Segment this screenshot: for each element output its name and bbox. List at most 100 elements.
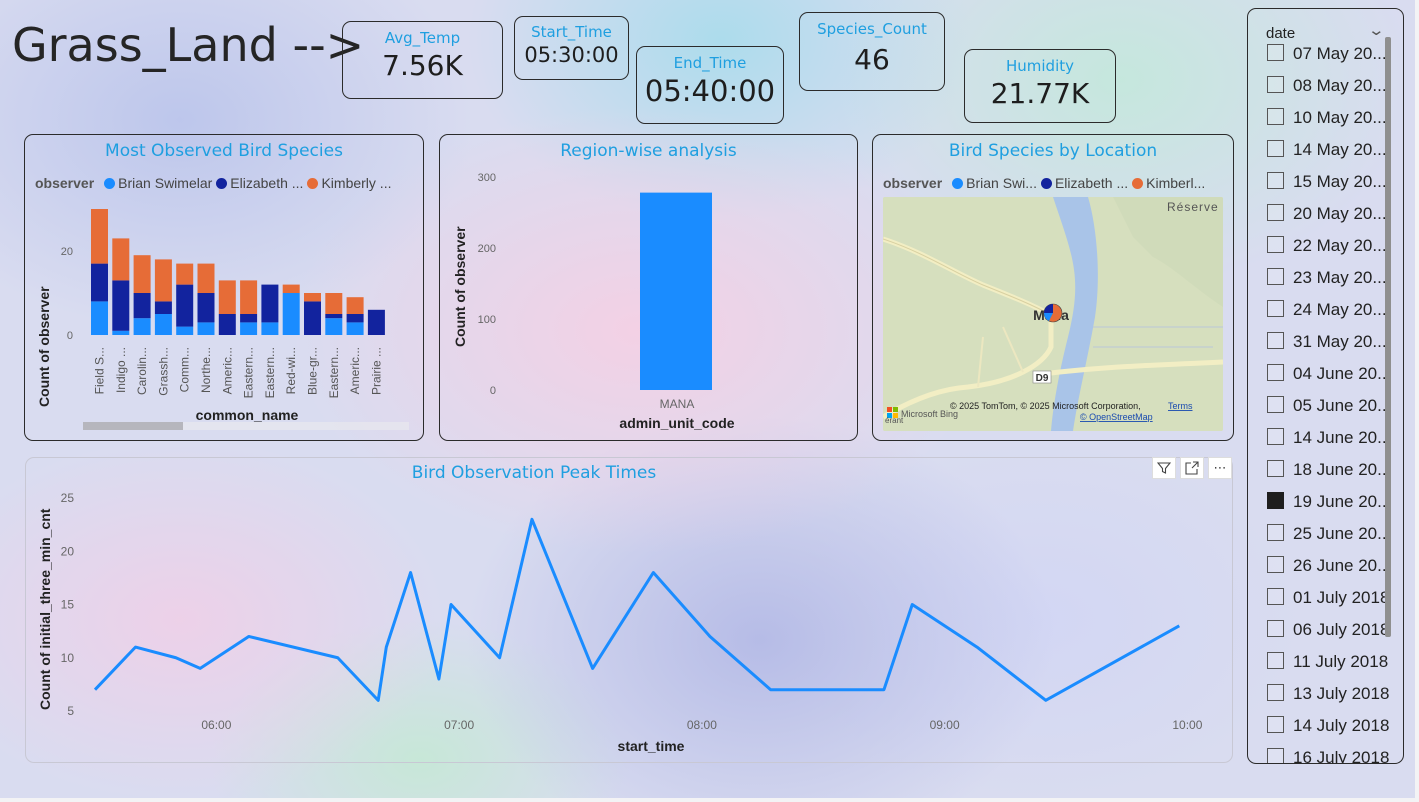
checkbox-icon[interactable] xyxy=(1267,364,1284,381)
series-line[interactable] xyxy=(93,517,1181,702)
slicer-item[interactable]: 08 May 20... xyxy=(1267,76,1387,96)
bar-segment[interactable] xyxy=(325,318,343,335)
date-slicer[interactable]: date ⌄ 07 May 20... 08 May 20... 10 May 20… xyxy=(1247,8,1404,764)
bar-segment[interactable] xyxy=(261,322,279,335)
bar-segment[interactable] xyxy=(112,238,130,281)
slicer-item[interactable]: 10 May 20... xyxy=(1267,108,1387,128)
bar-segment[interactable] xyxy=(112,330,130,335)
slicer-item[interactable]: 31 May 20... xyxy=(1267,332,1387,352)
slicer-item[interactable]: 26 June 20... xyxy=(1267,556,1391,576)
bar-segment[interactable] xyxy=(325,314,343,319)
bar-segment[interactable] xyxy=(261,284,279,323)
bar-segment[interactable] xyxy=(154,259,172,302)
checkbox-icon[interactable] xyxy=(1267,748,1284,763)
slicer-item[interactable]: 14 May 20... xyxy=(1267,140,1387,160)
avg-temp-card[interactable]: Avg_Temp 7.56K xyxy=(342,21,503,99)
checkbox-icon[interactable] xyxy=(1267,300,1284,317)
bar-segment[interactable] xyxy=(197,293,215,323)
bar-segment[interactable] xyxy=(91,301,108,335)
checkbox-icon[interactable] xyxy=(1267,204,1284,221)
bar-segment[interactable] xyxy=(218,314,236,335)
species-count-card[interactable]: Species_Count 46 xyxy=(799,12,945,91)
bar-segment[interactable] xyxy=(154,301,172,314)
checkbox-icon[interactable] xyxy=(1267,684,1284,701)
bar-segment[interactable] xyxy=(240,322,258,335)
bar-segment[interactable] xyxy=(133,255,151,293)
bar-segment[interactable] xyxy=(282,293,300,335)
bar-segment[interactable] xyxy=(346,297,364,314)
species-chart-panel[interactable]: Most Observed Bird Species observer Brian… xyxy=(24,134,424,441)
map-graphic[interactable]: D9 Mana Réserve Microsoft Bing érant © 2… xyxy=(883,197,1223,431)
checkbox-icon[interactable] xyxy=(1267,140,1284,157)
focus-mode-icon[interactable] xyxy=(1180,457,1204,479)
map-canvas[interactable]: D9 Mana Réserve Microsoft Bing érant © 2… xyxy=(883,197,1223,431)
slicer-item[interactable]: 11 July 2018 xyxy=(1267,652,1388,672)
checkbox-icon[interactable] xyxy=(1267,524,1284,541)
slicer-item[interactable]: 07 May 20... xyxy=(1267,44,1387,64)
more-options-icon[interactable]: ⋯ xyxy=(1208,457,1232,479)
bar[interactable] xyxy=(640,192,712,390)
slicer-item[interactable]: 16 July 2018 xyxy=(1267,748,1389,763)
checkbox-icon[interactable] xyxy=(1267,652,1284,669)
bar-segment[interactable] xyxy=(304,293,321,302)
slicer-item[interactable]: 06 July 2018 xyxy=(1267,620,1389,640)
bar-segment[interactable] xyxy=(346,322,364,335)
peak-times-line-chart[interactable]: 5 10 15 20 25 06:00 07:00 08:00 09:00 10:00 Count… xyxy=(26,458,1232,762)
checkbox-checked-icon[interactable] xyxy=(1267,492,1284,509)
slicer-item[interactable]: 14 July 2018 xyxy=(1267,716,1389,736)
checkbox-icon[interactable] xyxy=(1267,396,1284,413)
slicer-item[interactable]: 01 July 2018 xyxy=(1267,588,1389,608)
bar-segment[interactable] xyxy=(325,293,343,314)
checkbox-icon[interactable] xyxy=(1267,236,1284,253)
checkbox-icon[interactable] xyxy=(1267,716,1284,733)
slicer-item[interactable]: 25 June 20... xyxy=(1267,524,1391,544)
checkbox-icon[interactable] xyxy=(1267,428,1284,445)
checkbox-icon[interactable] xyxy=(1267,172,1284,189)
bar-segment[interactable] xyxy=(240,314,258,323)
chevron-down-icon[interactable]: ⌄ xyxy=(1367,21,1385,39)
checkbox-icon[interactable] xyxy=(1267,556,1284,573)
checkbox-icon[interactable] xyxy=(1267,44,1284,61)
checkbox-icon[interactable] xyxy=(1267,76,1284,93)
end-time-card[interactable]: End_Time 05:40:00 xyxy=(636,46,784,124)
checkbox-icon[interactable] xyxy=(1267,588,1284,605)
bar-segment[interactable] xyxy=(91,263,108,302)
bar-segment[interactable] xyxy=(176,284,194,327)
bar-segment[interactable] xyxy=(154,314,172,335)
filter-icon[interactable] xyxy=(1152,457,1176,479)
region-bar-chart[interactable]: 0 100 200 300 MANA Count of observer admin_u… xyxy=(440,135,857,440)
slicer-item[interactable]: 05 June 20... xyxy=(1267,396,1391,416)
slicer-item[interactable]: 13 July 2018 xyxy=(1267,684,1389,704)
legend-item[interactable]: Kimberl... xyxy=(1146,175,1205,191)
legend-item[interactable]: Elizabeth ... xyxy=(1055,175,1128,191)
scrollbar-thumb[interactable] xyxy=(83,422,183,430)
legend-item[interactable]: Brian Swi... xyxy=(966,175,1037,191)
line-chart-panel[interactable]: Bird Observation Peak Times 5 10 15 20 25 06:… xyxy=(25,457,1233,763)
slicer-item[interactable]: 20 May 20... xyxy=(1267,204,1387,224)
start-time-card[interactable]: Start_Time 05:30:00 xyxy=(514,16,629,80)
slicer-item[interactable]: 19 June 20... xyxy=(1267,492,1391,512)
checkbox-icon[interactable] xyxy=(1267,268,1284,285)
map-osm-link[interactable]: © OpenStreetMap xyxy=(1080,412,1153,422)
bar-segment[interactable] xyxy=(197,263,215,293)
map-terms-link[interactable]: Terms xyxy=(1168,401,1193,411)
slicer-item[interactable]: 15 May 20... xyxy=(1267,172,1387,192)
checkbox-icon[interactable] xyxy=(1267,108,1284,125)
bar-segment[interactable] xyxy=(197,322,215,335)
slicer-item[interactable]: 24 May 20... xyxy=(1267,300,1387,320)
bar-segment[interactable] xyxy=(346,314,364,323)
bar-segment[interactable] xyxy=(304,301,321,335)
bar-segment[interactable] xyxy=(240,280,258,314)
bar-segment[interactable] xyxy=(91,209,108,264)
bar-segment[interactable] xyxy=(133,293,151,319)
region-chart-panel[interactable]: Region-wise analysis 0 100 200 300 MANA Coun… xyxy=(439,134,858,441)
checkbox-icon[interactable] xyxy=(1267,460,1284,477)
checkbox-icon[interactable] xyxy=(1267,332,1284,349)
slicer-item[interactable]: 22 May 20... xyxy=(1267,236,1387,256)
species-bar-chart[interactable]: 0 20 Field S... Indigo ... Carolin... Grassh.… xyxy=(25,135,423,440)
bar-segment[interactable] xyxy=(112,280,130,331)
bar-segment[interactable] xyxy=(282,284,300,293)
slicer-scrollbar[interactable] xyxy=(1385,37,1391,637)
map-pie-marker[interactable] xyxy=(1043,303,1063,323)
humidity-card[interactable]: Humidity 21.77K xyxy=(964,49,1116,123)
